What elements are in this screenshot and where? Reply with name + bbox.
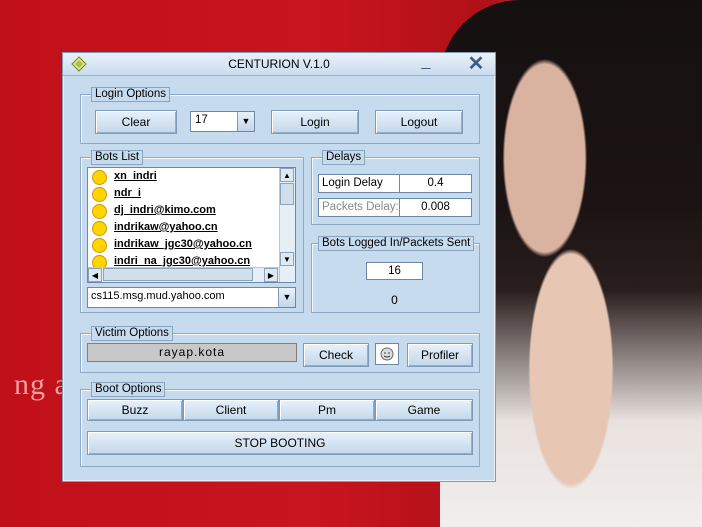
login-options-label: Login Options xyxy=(91,87,170,102)
smiley-icon xyxy=(92,238,107,253)
login-button[interactable]: Login xyxy=(271,110,359,134)
bots-listbox[interactable]: xn_indri ndr_i dj_indri@kimo.com indrika… xyxy=(87,167,296,283)
scroll-right-icon[interactable]: ▶ xyxy=(264,268,278,282)
smiley-icon xyxy=(92,221,107,236)
smiley-icon xyxy=(92,204,107,219)
bots-logged-count: 16 xyxy=(366,262,423,280)
bot-count-value: 17 xyxy=(195,114,208,126)
background-text: ng a xyxy=(14,368,69,401)
bots-list-label: Bots List xyxy=(91,150,144,165)
stop-booting-button[interactable]: STOP BOOTING xyxy=(87,431,473,455)
scroll-down-icon[interactable]: ▼ xyxy=(280,252,294,266)
delays-label: Delays xyxy=(322,150,366,165)
title-bar[interactable]: CENTURION V.1.0 _ ✕ xyxy=(63,53,495,76)
boot-options-label: Boot Options xyxy=(91,382,166,397)
logout-button[interactable]: Logout xyxy=(375,110,463,134)
profiler-button[interactable]: Profiler xyxy=(407,343,473,367)
smiley-icon xyxy=(92,187,107,202)
h-scroll-thumb[interactable] xyxy=(103,268,253,281)
client-button[interactable]: Client xyxy=(183,399,279,421)
game-button[interactable]: Game xyxy=(375,399,473,421)
horizontal-scrollbar[interactable]: ◀ ▶ xyxy=(88,267,279,282)
packets-sent-count: 0 xyxy=(391,293,398,307)
packets-delay-input[interactable]: 0.008 xyxy=(399,198,472,217)
bot-count-dropdown[interactable]: 17 ▼ xyxy=(190,111,255,132)
scroll-up-icon[interactable]: ▲ xyxy=(280,168,294,182)
status-smiley-icon xyxy=(375,343,399,365)
bots-logged-label: Bots Logged In/Packets Sent xyxy=(318,236,475,251)
list-item[interactable]: xn_indri xyxy=(88,168,295,185)
login-delay-label: Login Delay xyxy=(318,174,400,193)
scroll-left-icon[interactable]: ◀ xyxy=(88,268,102,282)
check-button[interactable]: Check xyxy=(303,343,369,367)
list-item[interactable]: dj_indri@kimo.com xyxy=(88,202,295,219)
centurion-window: CENTURION V.1.0 _ ✕ Login Options Clear … xyxy=(62,52,496,482)
buzz-button[interactable]: Buzz xyxy=(87,399,183,421)
victim-input[interactable]: rayap.kota xyxy=(87,343,297,362)
minimize-icon[interactable]: _ xyxy=(419,54,433,71)
scroll-thumb[interactable] xyxy=(280,183,294,205)
server-dropdown[interactable]: cs115.msg.mud.yahoo.com ▼ xyxy=(87,287,296,308)
list-item[interactable]: ndr_i xyxy=(88,185,295,202)
login-delay-input[interactable]: 0.4 xyxy=(399,174,472,193)
list-item[interactable]: indrikaw_jgc30@yahoo.cn xyxy=(88,236,295,253)
vertical-scrollbar[interactable]: ▲ ▼ xyxy=(279,168,295,282)
list-item[interactable]: indrikaw@yahoo.cn xyxy=(88,219,295,236)
clear-button[interactable]: Clear xyxy=(95,110,177,134)
packets-delay-label: Packets Delay: xyxy=(318,198,400,217)
chevron-down-icon[interactable]: ▼ xyxy=(237,112,254,131)
smiley-icon xyxy=(92,170,107,185)
close-icon[interactable]: ✕ xyxy=(467,54,485,74)
chevron-down-icon[interactable]: ▼ xyxy=(278,288,295,307)
pm-button[interactable]: Pm xyxy=(279,399,375,421)
victim-options-label: Victim Options xyxy=(91,326,173,341)
server-value: cs115.msg.mud.yahoo.com xyxy=(91,290,225,302)
